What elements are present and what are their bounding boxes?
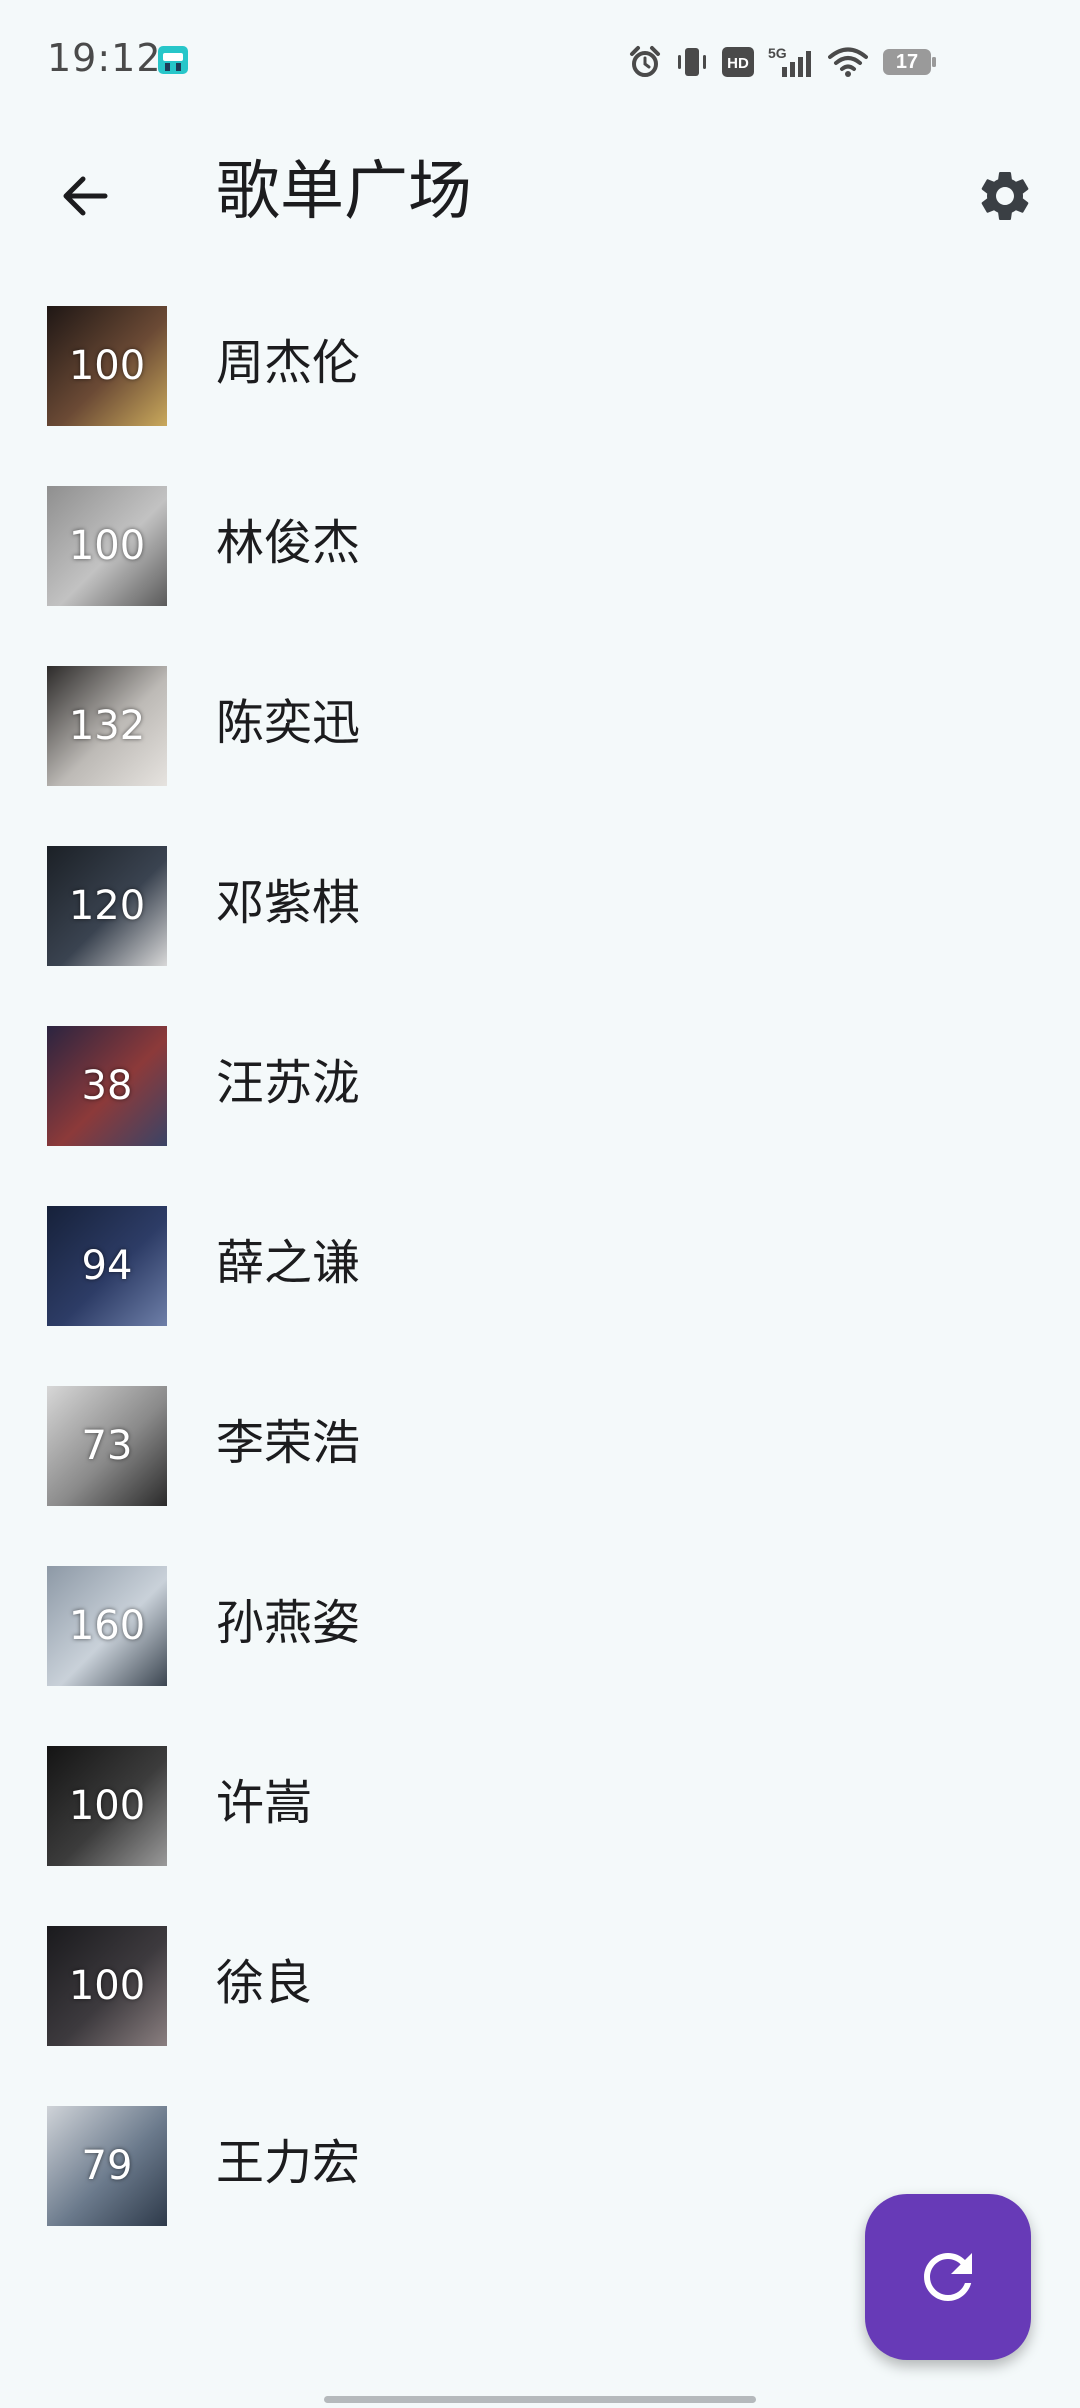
list-item[interactable]: 120 邓紫棋 [0,840,1080,1020]
playlist-cover-image: 100 [47,486,167,606]
list-item[interactable]: 94 薛之谦 [0,1200,1080,1380]
status-icons: HD 5G 17 [628,44,938,80]
list-item[interactable]: 38 汪苏泷 [0,1020,1080,1200]
app-notification-icon [156,44,190,76]
playlist-name: 周杰伦 [216,335,361,391]
playlist-song-count: 100 [68,1783,146,1829]
playlist-name: 邓紫棋 [216,875,361,931]
playlist-cover-image: 73 [47,1386,167,1506]
alarm-icon [628,45,662,79]
playlist-list: 100 周杰伦 100 林俊杰 132 陈奕迅 120 邓紫棋 38 汪苏泷 94 薛之谦 73 李荣浩 1… [0,300,1080,2280]
page-title: 歌单广场 [216,155,472,229]
list-item[interactable]: 100 林俊杰 [0,480,1080,660]
playlist-name: 陈奕迅 [216,695,361,751]
refresh-icon [924,2253,972,2301]
playlist-cover-image: 160 [47,1566,167,1686]
playlist-song-count: 94 [81,1243,133,1289]
list-item[interactable]: 160 孙燕姿 [0,1560,1080,1740]
svg-text:HD: HD [727,55,749,72]
status-bar: 19:12 HD 5G 17 [0,0,1080,126]
status-time: 19:12 [47,36,162,80]
gesture-navigation-bar[interactable] [324,2396,756,2403]
playlist-song-count: 100 [68,523,146,569]
list-item[interactable]: 100 周杰伦 [0,300,1080,480]
list-item[interactable]: 132 陈奕迅 [0,660,1080,840]
playlist-song-count: 160 [68,1603,146,1649]
playlist-name: 许嵩 [216,1775,313,1831]
playlist-cover-image: 132 [47,666,167,786]
playlist-song-count: 132 [68,703,146,749]
screen: 19:12 HD 5G 17 歌单广场 100 周杰伦 100 林俊杰 132 … [0,0,1080,2408]
playlist-cover-image: 100 [47,1926,167,2046]
playlist-name: 王力宏 [216,2135,361,2191]
svg-text:5G: 5G [768,45,787,61]
hd-icon: HD [722,47,754,77]
gear-icon [981,172,1029,220]
battery-icon: 17 [882,47,938,77]
playlist-cover-image: 94 [47,1206,167,1326]
playlist-song-count: 38 [81,1063,133,1109]
back-button[interactable] [40,151,130,241]
playlist-song-count: 100 [68,343,146,389]
list-item[interactable]: 100 徐良 [0,1920,1080,2100]
playlist-name: 李荣浩 [216,1415,361,1471]
playlist-name: 薛之谦 [216,1235,361,1291]
playlist-cover-image: 100 [47,1746,167,1866]
app-bar: 歌单广场 [0,126,1080,256]
signal-5g-icon: 5G [768,45,814,79]
arrow-back-icon [63,176,108,216]
playlist-cover-image: 100 [47,306,167,426]
battery-level: 17 [895,51,919,73]
list-item[interactable]: 100 许嵩 [0,1740,1080,1920]
playlist-name: 汪苏泷 [216,1055,361,1111]
refresh-button[interactable] [865,2194,1031,2360]
playlist-name: 孙燕姿 [216,1595,361,1651]
vibrate-icon [676,45,708,79]
playlist-name: 徐良 [216,1955,313,2011]
playlist-song-count: 120 [68,883,146,929]
playlist-cover-image: 38 [47,1026,167,1146]
settings-button[interactable] [960,151,1050,241]
playlist-cover-image: 79 [47,2106,167,2226]
wifi-icon [828,46,868,78]
playlist-song-count: 73 [81,1423,133,1469]
playlist-name: 林俊杰 [216,515,361,571]
playlist-cover-image: 120 [47,846,167,966]
playlist-song-count: 100 [68,1963,146,2009]
playlist-song-count: 79 [81,2143,133,2189]
list-item[interactable]: 73 李荣浩 [0,1380,1080,1560]
